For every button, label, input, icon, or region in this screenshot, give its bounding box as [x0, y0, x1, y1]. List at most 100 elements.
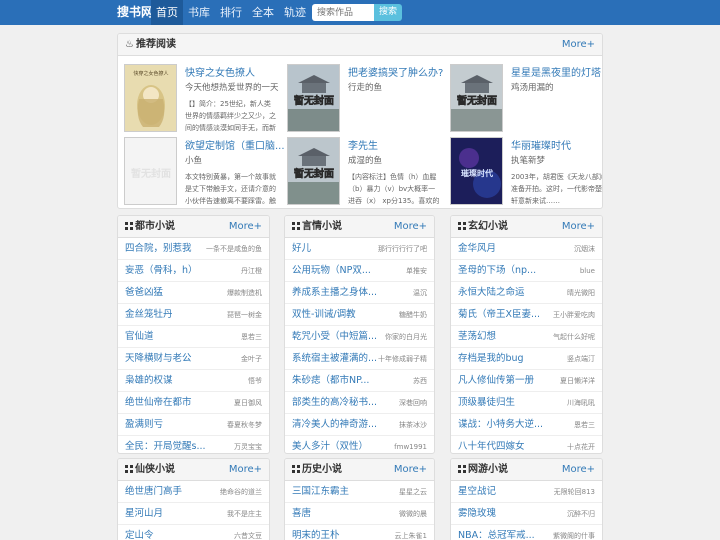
- book-title-link[interactable]: 谍战：小特务大逆...: [458, 414, 543, 436]
- recommend-item[interactable]: 快穿之女色撩人 快穿之女色撩人 今天他想热爱世界的一天 【】简介：25世纪，新人…: [124, 64, 279, 136]
- recommend-item-title[interactable]: 把老婆搞哭了肿么办?: [348, 64, 443, 79]
- site-logo[interactable]: 搜书网: [117, 0, 153, 25]
- recommend-item[interactable]: 暂无封面 把老婆搞哭了肿么办? 行走的鱼: [287, 64, 443, 136]
- list-item[interactable]: 部类生的高冷秘书... 深巷回响: [285, 392, 434, 414]
- list-item[interactable]: 凡人修仙传第一册 夏日懒洋洋: [451, 370, 602, 392]
- list-item[interactable]: 全民：开局觉醒s... 万灵宝宝: [118, 436, 269, 453]
- list-item[interactable]: 枭雄的权谋 悟爷: [118, 370, 269, 392]
- book-title-link[interactable]: 枭雄的权谋: [125, 370, 173, 392]
- list-item[interactable]: 圣母的下场（np... blue: [451, 260, 602, 282]
- book-title-link[interactable]: 全民：开局觉醒s...: [125, 436, 206, 453]
- list-item[interactable]: 朱砂痣（都市NP... 苏西: [285, 370, 434, 392]
- book-title-link[interactable]: 三国江东霸主: [292, 481, 349, 503]
- book-title-link[interactable]: 喜唐: [292, 503, 311, 525]
- recommend-item[interactable]: 暂无封面 李先生 成湿的鱼 【内容标注】色情（h）血腥（b）暴力（v）bv大概率…: [287, 137, 442, 208]
- nav-complete[interactable]: 全本: [247, 0, 279, 25]
- list-item[interactable]: 存档是我的bug 竖点端汀: [451, 348, 602, 370]
- book-cover[interactable]: 璀璨时代: [450, 137, 503, 205]
- book-cover[interactable]: 暂无封面: [450, 64, 503, 132]
- book-title-link[interactable]: 四合院，别惹我: [125, 238, 192, 260]
- book-title-link[interactable]: 双性-训诫/调教: [292, 304, 356, 326]
- list-item[interactable]: 养成系主播之身体... 温沉: [285, 282, 434, 304]
- list-item[interactable]: NBA：总冠军戒... 紫微阁的什事: [451, 525, 602, 540]
- book-cover[interactable]: 暂无封面: [287, 137, 340, 205]
- book-title-link[interactable]: 雾隐玫瑰: [458, 503, 496, 525]
- list-more-link[interactable]: More+: [394, 216, 427, 238]
- list-item[interactable]: 星河山月 我不是庄主: [118, 503, 269, 525]
- recommend-more-link[interactable]: More+: [562, 34, 595, 56]
- list-item[interactable]: 公用玩物（NP双... 单推安: [285, 260, 434, 282]
- list-item[interactable]: 系统宿主被灌满的... 十年修成弱子精: [285, 348, 434, 370]
- list-item[interactable]: 明末的王朴 云上朱雀1: [285, 525, 434, 540]
- list-item[interactable]: 星空战记 无限轮回813: [451, 481, 602, 503]
- book-title-link[interactable]: 金丝笼牡丹: [125, 304, 173, 326]
- book-title-link[interactable]: 清冷美人的神奇游...: [292, 414, 377, 436]
- book-title-link[interactable]: 茎荡幻想: [458, 326, 496, 348]
- list-item[interactable]: 八十年代四嫁女 十点花开: [451, 436, 602, 453]
- book-title-link[interactable]: 定山令: [125, 525, 154, 540]
- book-cover[interactable]: 暂无封面: [287, 64, 340, 132]
- list-more-link[interactable]: More+: [562, 459, 595, 481]
- list-item[interactable]: 绝世仙帝在都市 夏日御风: [118, 392, 269, 414]
- list-item[interactable]: 顶级暴徒归生 川海吼吼: [451, 392, 602, 414]
- book-title-link[interactable]: 菊氏（帝王X臣妻...: [458, 304, 540, 326]
- book-title-link[interactable]: 盈满则亏: [125, 414, 163, 436]
- list-item[interactable]: 盈满则亏 春夏秋冬梦: [118, 414, 269, 436]
- book-title-link[interactable]: 妄恶（骨科，h）: [125, 260, 198, 282]
- list-item[interactable]: 喜唐 微微的晨: [285, 503, 434, 525]
- book-title-link[interactable]: 好儿: [292, 238, 311, 260]
- list-item[interactable]: 永恒大陆之命运 晴光微阳: [451, 282, 602, 304]
- list-item[interactable]: 绝世唐门高手 绝命谷的道兰: [118, 481, 269, 503]
- recommend-item-title[interactable]: 星星是黑夜里的灯塔: [511, 64, 601, 79]
- book-cover[interactable]: 暂无封面: [124, 137, 177, 205]
- search-input[interactable]: [312, 4, 374, 21]
- list-item[interactable]: 定山令 六昔文豆: [118, 525, 269, 540]
- book-title-link[interactable]: 圣母的下场（np...: [458, 260, 536, 282]
- recommend-item[interactable]: 璀璨时代 华丽璀璨时代 执笔新梦 2003年，胡君医《天龙八部》准备开拍。这时，…: [450, 137, 602, 208]
- book-title-link[interactable]: 系统宿主被灌满的...: [292, 348, 377, 370]
- book-title-link[interactable]: 存档是我的bug: [458, 348, 524, 370]
- book-title-link[interactable]: 养成系主播之身体...: [292, 282, 377, 304]
- list-more-link[interactable]: More+: [229, 459, 262, 481]
- list-more-link[interactable]: More+: [229, 216, 262, 238]
- list-item[interactable]: 雾隐玫瑰 沉醉不归: [451, 503, 602, 525]
- book-title-link[interactable]: 部类生的高冷秘书...: [292, 392, 377, 414]
- list-item[interactable]: 官仙道 恩若三: [118, 326, 269, 348]
- nav-history[interactable]: 轨迹: [279, 0, 311, 25]
- nav-library[interactable]: 书库: [183, 0, 215, 25]
- list-item[interactable]: 谍战：小特务大逆... 恩若三: [451, 414, 602, 436]
- book-title-link[interactable]: 金华风月: [458, 238, 496, 260]
- book-title-link[interactable]: 绝世仙帝在都市: [125, 392, 192, 414]
- recommend-item[interactable]: 暂无封面 星星是黑夜里的灯塔 鸡汤用漏的: [450, 64, 602, 136]
- search-button[interactable]: 搜索: [374, 4, 402, 21]
- list-item[interactable]: 美人多汁（双性） fmw1991: [285, 436, 434, 453]
- recommend-item[interactable]: 暂无封面 欲望定制馆（重口脑... 小鱼 本文特别黄暴，第一个故事就是丈下带触手…: [124, 137, 285, 208]
- book-title-link[interactable]: 乾咒小受（中短篇...: [292, 326, 377, 348]
- book-title-link[interactable]: 凡人修仙传第一册: [458, 370, 534, 392]
- list-more-link[interactable]: More+: [562, 216, 595, 238]
- book-title-link[interactable]: 朱砂痣（都市NP...: [292, 370, 369, 392]
- list-item[interactable]: 四合院，别惹我 一条不是咸鱼的鱼: [118, 238, 269, 260]
- book-title-link[interactable]: 公用玩物（NP双...: [292, 260, 371, 282]
- list-item[interactable]: 菊氏（帝王X臣妻... 王小胖爱吃肉: [451, 304, 602, 326]
- list-item[interactable]: 清冷美人的神奇游... 抹茶冰沙: [285, 414, 434, 436]
- book-title-link[interactable]: NBA：总冠军戒...: [458, 525, 535, 540]
- list-item[interactable]: 妄恶（骨科，h） 丹江橙: [118, 260, 269, 282]
- list-item[interactable]: 三国江东霸主 星星之云: [285, 481, 434, 503]
- recommend-item-title[interactable]: 李先生: [348, 137, 378, 152]
- recommend-item-title[interactable]: 快穿之女色撩人: [185, 64, 255, 79]
- list-item[interactable]: 乾咒小受（中短篇... 你家的白月光: [285, 326, 434, 348]
- list-item[interactable]: 双性-训诫/调教 糖醋牛奶: [285, 304, 434, 326]
- recommend-item-title[interactable]: 华丽璀璨时代: [511, 137, 571, 152]
- list-item[interactable]: 金丝笼牡丹 琵琶一树金: [118, 304, 269, 326]
- list-item[interactable]: 金华风月 沉烟沫: [451, 238, 602, 260]
- book-title-link[interactable]: 绝世唐门高手: [125, 481, 182, 503]
- list-item[interactable]: 爸爸凶猛 爆款制造机: [118, 282, 269, 304]
- list-more-link[interactable]: More+: [394, 459, 427, 481]
- nav-ranking[interactable]: 排行: [215, 0, 247, 25]
- book-title-link[interactable]: 官仙道: [125, 326, 154, 348]
- list-item[interactable]: 茎荡幻想 气起什么好呢: [451, 326, 602, 348]
- recommend-item-title[interactable]: 欲望定制馆（重口脑...: [185, 137, 285, 152]
- book-title-link[interactable]: 星空战记: [458, 481, 496, 503]
- book-title-link[interactable]: 天降横财与老公: [125, 348, 192, 370]
